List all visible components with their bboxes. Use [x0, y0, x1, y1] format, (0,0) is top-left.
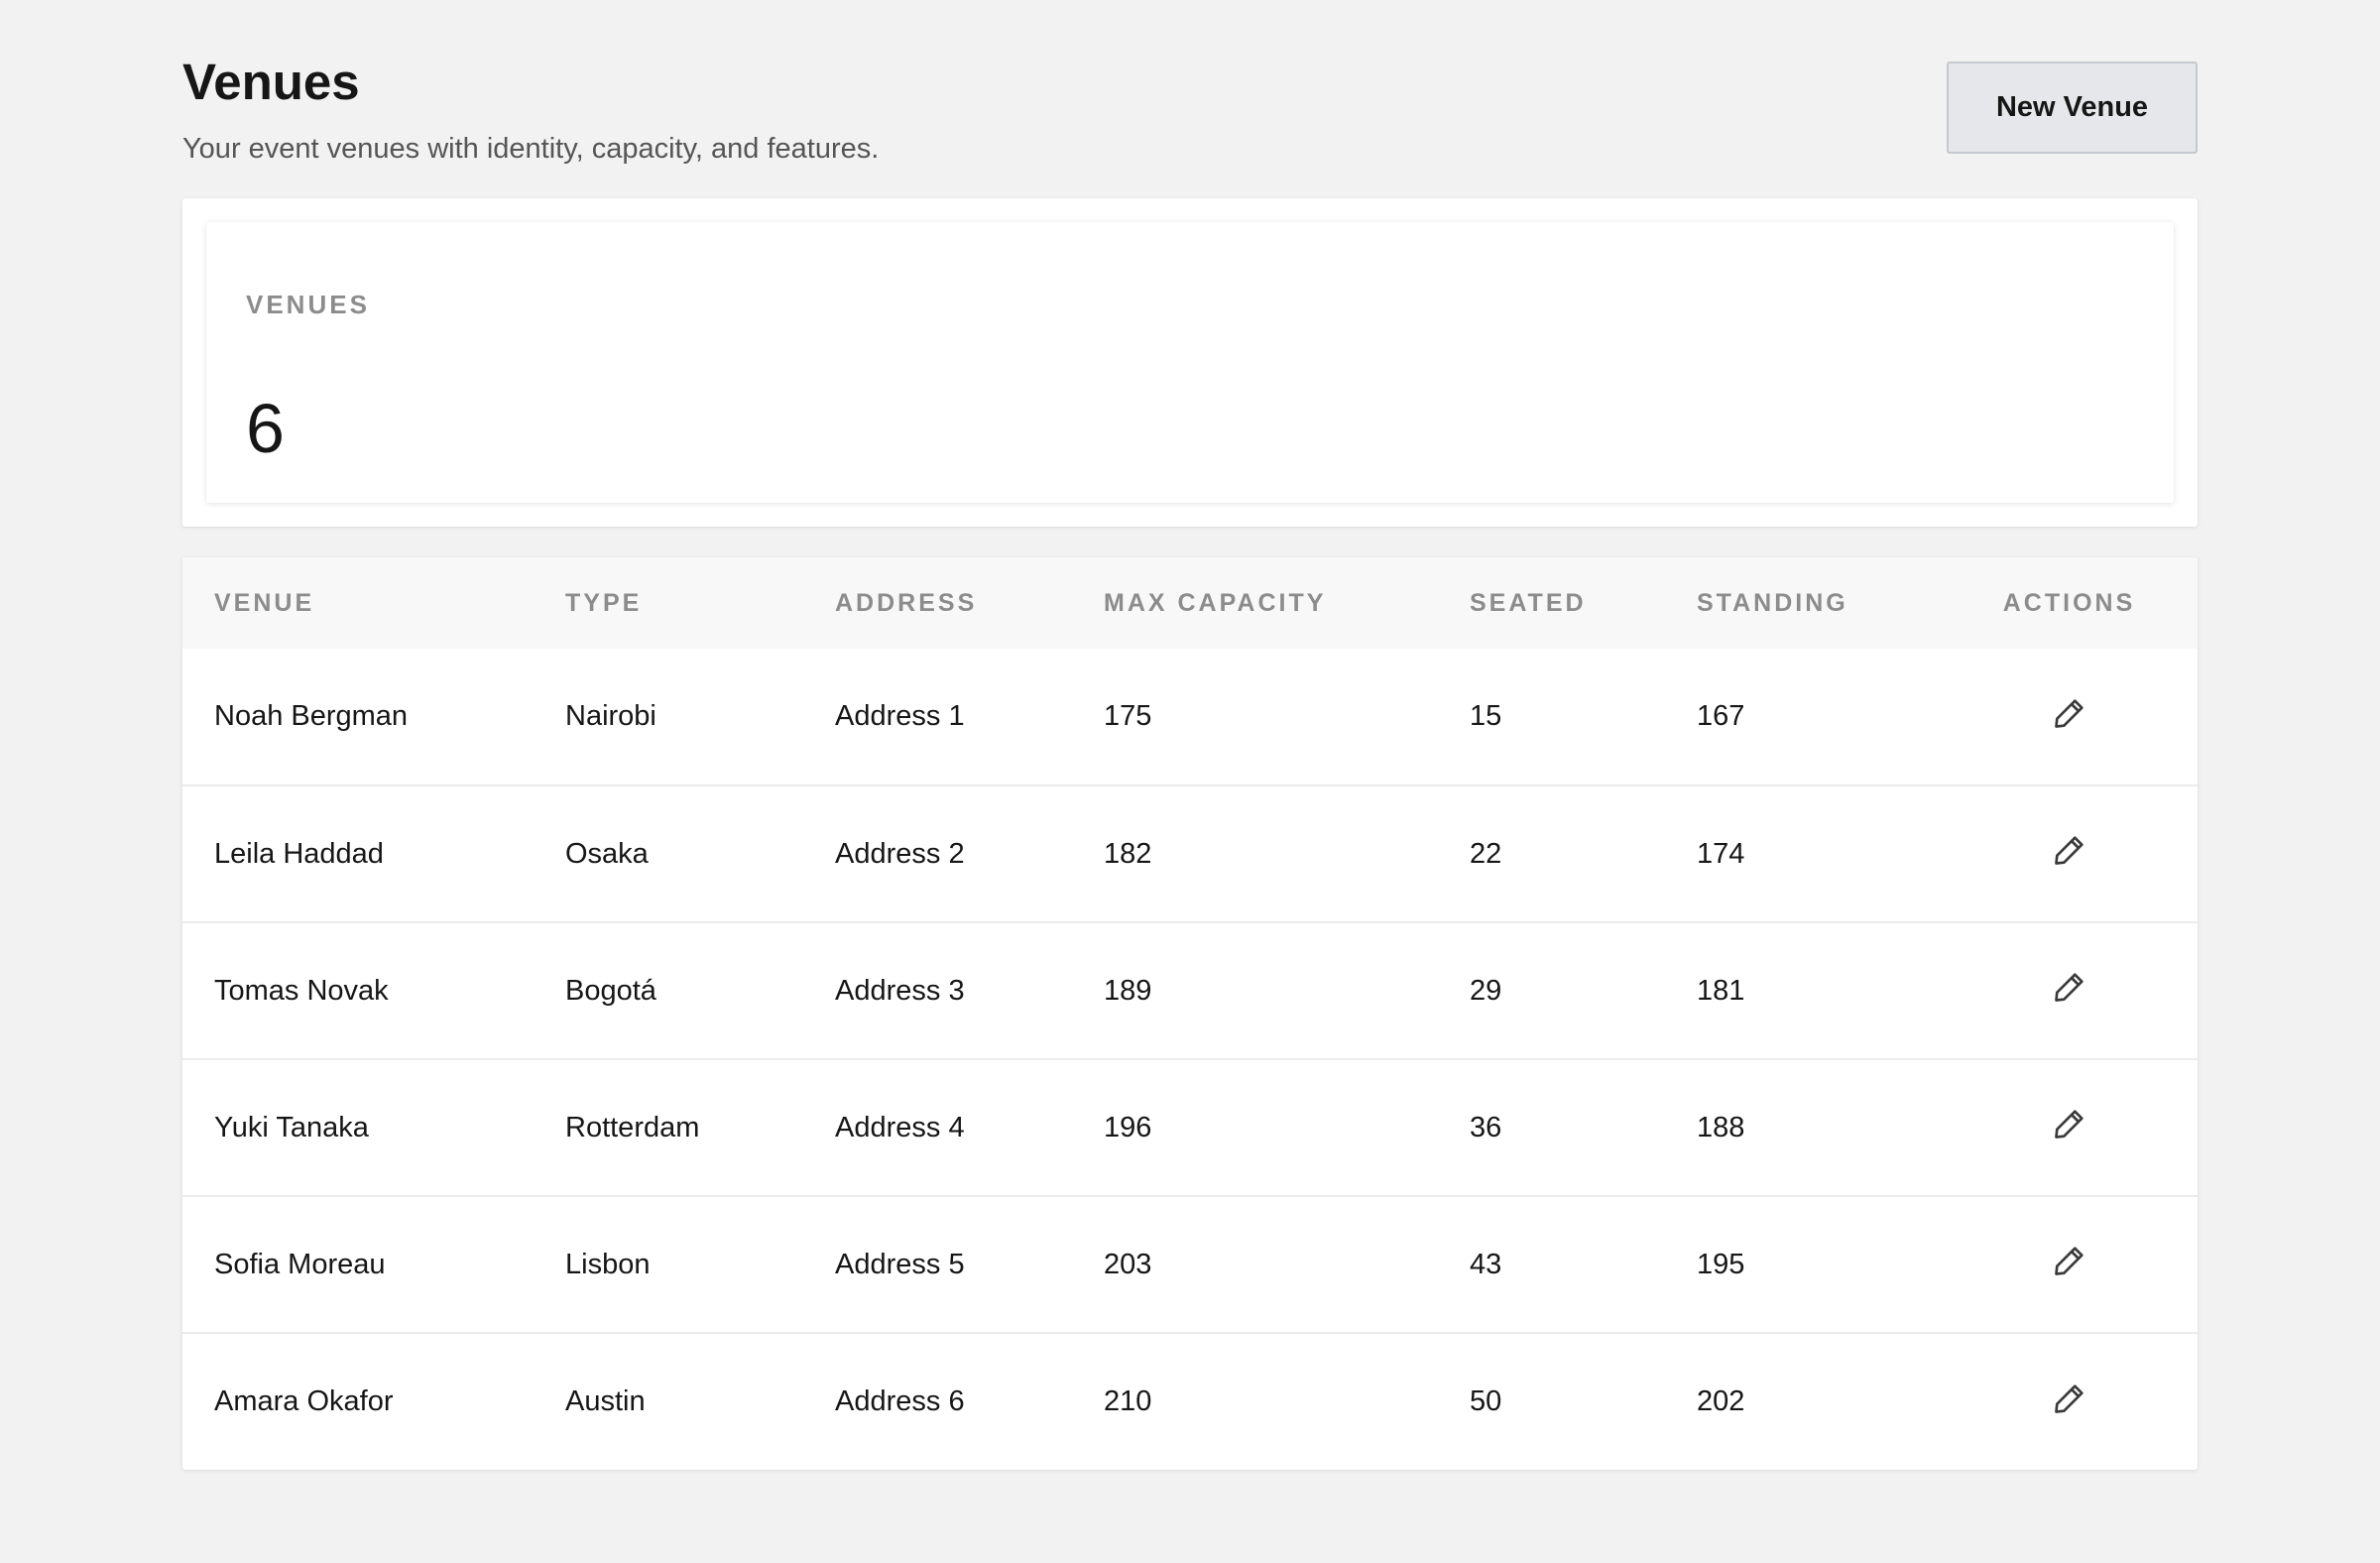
- venue-name-cell: Amara Okafor: [214, 1385, 394, 1417]
- edit-venue-button[interactable]: [2050, 1104, 2089, 1143]
- actions-cell: [1941, 649, 2198, 785]
- pencil-edit-icon: [2054, 973, 2083, 1002]
- seated-cell: 36: [1470, 1111, 1502, 1143]
- max-capacity-cell: 210: [1104, 1385, 1152, 1417]
- seated-cell: 22: [1470, 837, 1502, 870]
- standing-cell: 174: [1697, 837, 1745, 870]
- pencil-edit-icon: [2054, 836, 2083, 865]
- actions-cell: [1941, 1059, 2198, 1196]
- page-subtitle: Your event venues with identity, capacit…: [182, 133, 880, 165]
- venue-type-cell: Bogotá: [565, 974, 656, 1007]
- column-header-type[interactable]: TYPE: [534, 557, 803, 649]
- standing-cell: 181: [1697, 974, 1745, 1007]
- actions-cell: [1941, 785, 2198, 922]
- pencil-edit-icon: [2054, 1110, 2083, 1139]
- stat-value: 6: [246, 390, 285, 467]
- header-row: VENUE TYPE ADDRESS MAX CAPACITY SEATED S…: [182, 557, 2198, 649]
- table-row[interactable]: Amara Okafor Austin Address 6 210 50 202: [182, 1333, 2198, 1470]
- venues-page: Venues Your event venues with identity, …: [182, 0, 2198, 1470]
- venue-name-cell: Sofia Moreau: [214, 1248, 386, 1280]
- table-row[interactable]: Leila Haddad Osaka Address 2 182 22 174: [182, 785, 2198, 922]
- column-header-max-capacity[interactable]: MAX CAPACITY: [1072, 557, 1438, 649]
- table-header: VENUE TYPE ADDRESS MAX CAPACITY SEATED S…: [182, 557, 2198, 649]
- venue-address-cell: Address 4: [835, 1111, 965, 1143]
- venue-type-cell: Rotterdam: [565, 1111, 700, 1143]
- stats-panel: VENUES 6: [182, 198, 2198, 527]
- edit-venue-button[interactable]: [2050, 967, 2089, 1007]
- standing-cell: 195: [1697, 1248, 1745, 1280]
- venue-type-cell: Nairobi: [565, 700, 656, 732]
- table-row[interactable]: Tomas Novak Bogotá Address 3 189 29 181: [182, 922, 2198, 1059]
- venue-address-cell: Address 1: [835, 700, 965, 732]
- new-venue-button[interactable]: New Venue: [1947, 61, 2198, 154]
- venue-name-cell: Tomas Novak: [214, 974, 389, 1007]
- column-header-seated[interactable]: SEATED: [1438, 557, 1665, 649]
- venue-name-cell: Noah Bergman: [214, 700, 409, 732]
- edit-venue-button[interactable]: [2050, 1241, 2089, 1280]
- edit-venue-button[interactable]: [2050, 830, 2089, 870]
- venue-address-cell: Address 2: [835, 837, 965, 870]
- venue-address-cell: Address 5: [835, 1248, 965, 1280]
- max-capacity-cell: 189: [1104, 974, 1152, 1007]
- venues-count-card: VENUES 6: [206, 222, 2174, 503]
- venue-name-cell: Yuki Tanaka: [214, 1111, 369, 1143]
- seated-cell: 50: [1470, 1385, 1502, 1417]
- table-row[interactable]: Sofia Moreau Lisbon Address 5 203 43 195: [182, 1196, 2198, 1333]
- page-title: Venues: [182, 54, 360, 110]
- standing-cell: 202: [1697, 1385, 1745, 1417]
- seated-cell: 43: [1470, 1248, 1502, 1280]
- venue-address-cell: Address 6: [835, 1385, 965, 1417]
- pencil-edit-icon: [2054, 1247, 2083, 1275]
- max-capacity-cell: 175: [1104, 700, 1152, 732]
- seated-cell: 29: [1470, 974, 1502, 1007]
- edit-venue-button[interactable]: [2050, 1379, 2089, 1418]
- venue-name-cell: Leila Haddad: [214, 837, 384, 870]
- venue-type-cell: Osaka: [565, 837, 649, 870]
- max-capacity-cell: 196: [1104, 1111, 1152, 1143]
- actions-cell: [1941, 1196, 2198, 1333]
- max-capacity-cell: 182: [1104, 837, 1152, 870]
- actions-cell: [1941, 1333, 2198, 1470]
- column-header-venue[interactable]: VENUE: [182, 557, 534, 649]
- table-row[interactable]: Noah Bergman Nairobi Address 1 175 15 167: [182, 649, 2198, 785]
- seated-cell: 15: [1470, 700, 1502, 732]
- pencil-edit-icon: [2054, 698, 2083, 728]
- venues-table: VENUE TYPE ADDRESS MAX CAPACITY SEATED S…: [182, 557, 2198, 1470]
- standing-cell: 167: [1697, 700, 1745, 732]
- stat-label: VENUES: [246, 290, 370, 319]
- pencil-edit-icon: [2054, 1383, 2083, 1413]
- venue-type-cell: Austin: [565, 1385, 646, 1417]
- column-header-actions: ACTIONS: [2002, 588, 2136, 617]
- column-header-address[interactable]: ADDRESS: [803, 557, 1072, 649]
- venue-address-cell: Address 3: [835, 974, 965, 1007]
- table-body: Noah Bergman Nairobi Address 1 175 15 167 Leil…: [182, 649, 2198, 1470]
- table-row[interactable]: Yuki Tanaka Rotterdam Address 4 196 36 188: [182, 1059, 2198, 1196]
- column-header-standing[interactable]: STANDING: [1665, 557, 1941, 649]
- max-capacity-cell: 203: [1104, 1248, 1152, 1280]
- actions-cell: [1941, 922, 2198, 1059]
- standing-cell: 188: [1697, 1111, 1745, 1143]
- edit-venue-button[interactable]: [2050, 693, 2089, 733]
- page-header: Venues Your event venues with identity, …: [182, 0, 2198, 198]
- venues-table-container: VENUE TYPE ADDRESS MAX CAPACITY SEATED S…: [182, 557, 2198, 1470]
- venue-type-cell: Lisbon: [565, 1248, 651, 1280]
